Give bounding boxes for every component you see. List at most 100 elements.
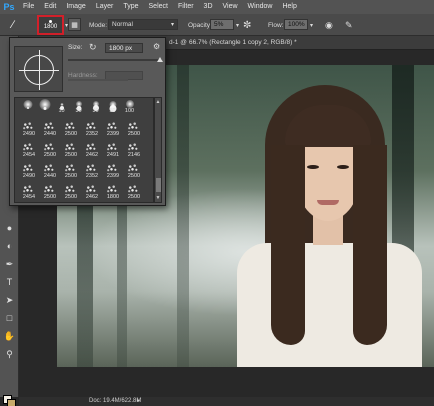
menu-window[interactable]: Window (243, 0, 278, 14)
spatter-brush-icon (106, 121, 117, 130)
chevron-down-icon[interactable]: ▾ (310, 14, 313, 36)
brush-preset-special[interactable]: 2440 (40, 120, 60, 137)
brush-preset-special[interactable]: 2500 (61, 120, 81, 137)
brush-preset-special[interactable]: 2440 (40, 162, 60, 179)
brush-size-label: 2454 (22, 194, 36, 200)
stylus-icon[interactable]: ✎ (345, 14, 353, 36)
path-selection-tool-icon[interactable]: ➤ (0, 294, 19, 306)
reset-size-icon[interactable]: ↻ (89, 42, 97, 53)
brush-panel-toggle-icon[interactable]: ▦ (68, 18, 81, 31)
spatter-brush-icon (43, 163, 54, 172)
menu-type[interactable]: Type (118, 0, 143, 14)
brush-preset-special[interactable]: 2399 (103, 162, 123, 179)
document-tab[interactable]: 66.7% (Rectangle 1 copy 2, RGB/8) * (189, 36, 297, 50)
size-field[interactable]: 1800 px (105, 43, 143, 53)
scroll-down-icon[interactable]: ▼ (155, 195, 161, 201)
brush-preset-list[interactable]: 10 30 30 50 100 2490 2440 2500 2352 2399 2500 2454 2… (14, 97, 154, 203)
document-tab-prefix[interactable]: d-1 @ (169, 36, 187, 50)
brush-size-label: 2500 (127, 173, 141, 179)
brush-preset-special[interactable]: 2500 (124, 120, 144, 137)
brush-preset-special[interactable]: 2491 (103, 141, 123, 158)
mode-label: Mode: (89, 21, 108, 29)
brush-preset-special[interactable]: 1800 (103, 183, 123, 200)
dodge-tool-icon[interactable]: ◐ (0, 240, 19, 252)
menu-layer[interactable]: Layer (91, 0, 119, 14)
pressure-icon[interactable]: ◉ (325, 14, 333, 36)
brush-preset-special[interactable]: 2500 (40, 141, 60, 158)
brush-tip-icon (92, 101, 99, 107)
brush-preset-special[interactable]: 2352 (82, 120, 102, 137)
brush-preset-special[interactable]: 2352 (82, 162, 102, 179)
hardness-slider[interactable] (68, 79, 128, 81)
brush-preset-special[interactable]: 2146 (124, 141, 144, 158)
brush-preset-special[interactable]: 2500 (61, 141, 81, 158)
menu-file[interactable]: File (18, 0, 39, 14)
brush-preset-special[interactable]: 2462 (82, 141, 102, 158)
brush-preset-picker: Size: ↻ 1800 px ⚙ Hardness: 10 30 30 50 100 2… (9, 37, 166, 206)
pen-tool-icon[interactable]: ✒ (0, 258, 19, 270)
brush-preset-special[interactable]: 2500 (124, 183, 144, 200)
opacity-field[interactable]: 5% (210, 19, 234, 30)
menu-3d[interactable]: 3D (199, 0, 218, 14)
brush-icon[interactable]: ∕ (12, 14, 14, 36)
brush-preset-soft-round[interactable] (36, 96, 53, 113)
brush-tip-icon (125, 100, 134, 108)
brush-tip-icon (75, 101, 82, 107)
mode-select[interactable]: Normal ▾ (108, 19, 178, 30)
size-slider[interactable] (68, 59, 162, 61)
preset-list-scrollbar[interactable]: ▲ ▼ (154, 97, 162, 203)
brush-preset-special[interactable]: 2454 (19, 141, 39, 158)
brush-size-label: 2500 (64, 194, 78, 200)
brush-size-label: 2500 (43, 194, 57, 200)
brush-preset-special[interactable]: 2500 (61, 162, 81, 179)
hardness-label: Hardness: (68, 72, 98, 79)
scrollbar-thumb[interactable] (156, 178, 161, 192)
spatter-brush-icon (64, 121, 75, 130)
brush-preset-special[interactable]: 2462 (82, 183, 102, 200)
brush-size-label: 2462 (85, 194, 99, 200)
hand-tool-icon[interactable]: ✋ (0, 330, 19, 342)
menu-help[interactable]: Help (277, 0, 301, 14)
portrait-eye-right (337, 165, 349, 169)
scroll-up-icon[interactable]: ▲ (155, 99, 161, 105)
portrait-hair-left (271, 145, 305, 345)
brush-size-label: 2146 (127, 152, 141, 158)
background-color-swatch[interactable] (7, 399, 16, 406)
menu-view[interactable]: View (218, 0, 243, 14)
blur-tool-icon[interactable]: ● (0, 222, 19, 234)
menu-bar: Ps File Edit Image Layer Type Select Fil… (0, 0, 434, 14)
brush-preset-special[interactable]: 2490 (19, 162, 39, 179)
brush-size-label: 2454 (22, 152, 36, 158)
shape-tool-icon[interactable]: □ (0, 312, 19, 324)
menu-image[interactable]: Image (61, 0, 90, 14)
brush-preset-special[interactable]: 2500 (40, 183, 60, 200)
brush-preset-soft-round[interactable]: 10 (53, 96, 70, 114)
brush-preset-special[interactable]: 2500 (61, 183, 81, 200)
brush-preset-special[interactable]: 2399 (103, 120, 123, 137)
brush-size-label: 30 (92, 108, 99, 114)
brush-preset-soft-round[interactable]: 30 (87, 96, 104, 114)
brush-preset-soft-round[interactable]: 30 (70, 96, 87, 114)
airbrush-icon[interactable]: ✼ (243, 14, 251, 36)
chevron-right-icon[interactable]: ▸ (137, 397, 140, 406)
brush-preset-special[interactable]: 2454 (19, 183, 39, 200)
menu-filter[interactable]: Filter (173, 0, 199, 14)
chevron-down-icon[interactable]: ▾ (236, 14, 239, 36)
brush-preset-special[interactable]: 2500 (124, 162, 144, 179)
size-slider-thumb[interactable] (157, 57, 164, 62)
brush-preset-soft-round[interactable] (19, 96, 36, 113)
brush-preset-special[interactable]: 2490 (19, 120, 39, 137)
menu-edit[interactable]: Edit (39, 0, 61, 14)
zoom-tool-icon[interactable]: ⚲ (0, 348, 19, 360)
gear-icon[interactable]: ⚙ (153, 42, 160, 51)
flow-field[interactable]: 100% (284, 19, 308, 30)
spatter-brush-icon (127, 184, 138, 193)
type-tool-icon[interactable]: T (0, 276, 19, 288)
menu-select[interactable]: Select (144, 0, 173, 14)
brush-preset-soft-round[interactable]: 100 (121, 96, 138, 114)
brush-tip-preview[interactable] (14, 46, 63, 92)
brush-size-label: 2462 (85, 152, 99, 158)
brush-preset-picker-button[interactable]: 1800 (37, 15, 64, 35)
status-bar: Doc: 19.4M/622.8M ▸ (19, 397, 434, 406)
brush-preset-soft-round[interactable]: 50 (104, 96, 121, 114)
